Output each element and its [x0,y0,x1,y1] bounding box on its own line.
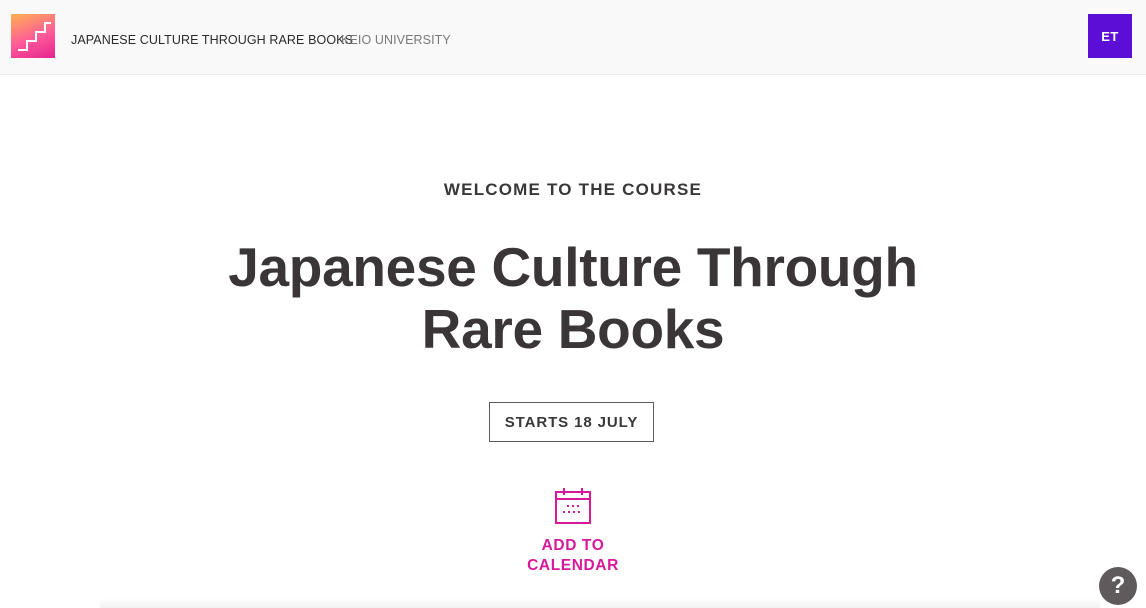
course-welcome-page: JAPANESE CULTURE THROUGH RARE BOOKS KEIO… [0,0,1146,608]
user-avatar[interactable]: ET [1088,14,1132,58]
add-to-calendar-label: ADD TO CALENDAR [527,537,619,574]
header-organization[interactable]: KEIO UNIVERSITY [341,32,451,48]
welcome-heading: WELCOME TO THE COURSE [443,180,703,199]
header-course-title[interactable]: JAPANESE CULTURE THROUGH RARE BOOKS [71,32,353,48]
add-to-calendar-button[interactable]: ADD TO CALENDAR [500,486,646,576]
calendar-icon [555,488,591,524]
help-question-icon[interactable]: ? [1099,567,1137,605]
start-date-badge: STARTS 18 JULY [489,402,654,442]
steps-logo-icon [18,22,51,51]
top-bar: JAPANESE CULTURE THROUGH RARE BOOKS KEIO… [0,0,1146,75]
site-logo[interactable] [11,14,55,58]
course-title: Japanese Culture Through Rare Books [228,236,918,360]
bottom-shadow [100,598,1100,608]
